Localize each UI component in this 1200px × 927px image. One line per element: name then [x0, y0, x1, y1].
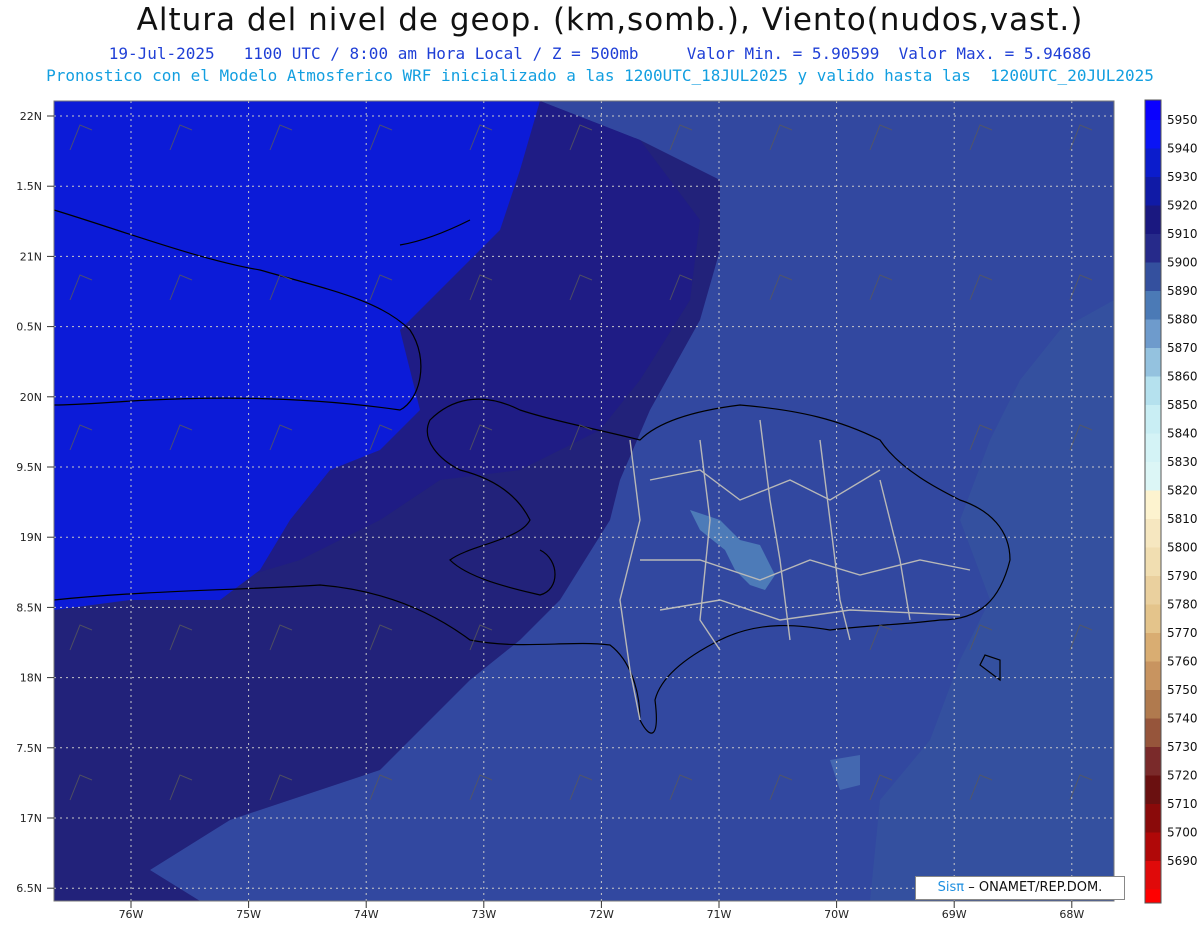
- colorbar-swatch: [1145, 433, 1161, 462]
- colorbar-label: 5800: [1167, 541, 1198, 555]
- colorbar-bottom-cap: [1145, 889, 1161, 903]
- lat-label: 9.5N: [16, 461, 42, 474]
- colorbar-swatch: [1145, 376, 1161, 405]
- colorbar-swatch: [1145, 718, 1161, 747]
- colorbar-label: 5850: [1167, 398, 1198, 412]
- colorbar-swatch: [1145, 405, 1161, 434]
- lon-label: 70W: [824, 908, 849, 921]
- colorbar-swatch: [1145, 234, 1161, 263]
- colorbar-swatch: [1145, 205, 1161, 234]
- colorbar-label: 5770: [1167, 626, 1198, 640]
- map-subtitle-model: Pronostico con el Modelo Atmosferico WRF…: [46, 66, 1154, 85]
- colorbar-swatch: [1145, 747, 1161, 776]
- lat-label: 21N: [20, 250, 42, 263]
- lon-label: 72W: [589, 908, 614, 921]
- colorbar-swatch: [1145, 519, 1161, 548]
- colorbar-label: 5860: [1167, 370, 1198, 384]
- colorbar-label: 5940: [1167, 142, 1198, 156]
- lon-label: 75W: [236, 908, 261, 921]
- colorbar-label: 5720: [1167, 769, 1198, 783]
- colorbar-label: 5870: [1167, 341, 1198, 355]
- colorbar-label: 5780: [1167, 598, 1198, 612]
- colorbar-swatch: [1145, 148, 1161, 177]
- lon-label: 71W: [707, 908, 732, 921]
- lat-label: 17N: [20, 812, 42, 825]
- colorbar-label: 5950: [1167, 113, 1198, 127]
- colorbar-swatch: [1145, 861, 1161, 890]
- colorbar-swatch: [1145, 690, 1161, 719]
- colorbar-label: 5710: [1167, 797, 1198, 811]
- colorbar-swatch: [1145, 120, 1161, 149]
- lat-label: 19N: [20, 531, 42, 544]
- colorbar-label: 5890: [1167, 284, 1198, 298]
- colorbar-label: 5730: [1167, 740, 1198, 754]
- lat-label: 20N: [20, 391, 42, 404]
- lat-label: 1.5N: [16, 180, 42, 193]
- colorbar-label: 5750: [1167, 683, 1198, 697]
- colorbar-label: 5740: [1167, 712, 1198, 726]
- lon-label: 74W: [354, 908, 379, 921]
- colorbar-label: 5840: [1167, 427, 1198, 441]
- colorbar-swatch: [1145, 576, 1161, 605]
- lon-label: 68W: [1059, 908, 1084, 921]
- lat-label: 7.5N: [16, 742, 42, 755]
- map-subtitle-datetime: 19-Jul-2025 1100 UTC / 8:00 am Hora Loca…: [108, 44, 1092, 63]
- lat-label: 6.5N: [16, 882, 42, 895]
- colorbar-swatch: [1145, 490, 1161, 519]
- colorbar-swatch: [1145, 604, 1161, 633]
- colorbar-label: 5900: [1167, 256, 1198, 270]
- colorbar-swatch: [1145, 633, 1161, 662]
- colorbar-swatch: [1145, 832, 1161, 861]
- colorbar-label: 5830: [1167, 455, 1198, 469]
- lat-label: 18N: [20, 672, 42, 685]
- lat-label: 0.5N: [16, 321, 42, 334]
- colorbar-label: 5920: [1167, 199, 1198, 213]
- colorbar-label: 5820: [1167, 484, 1198, 498]
- colorbar-label: 5760: [1167, 655, 1198, 669]
- colorbar-swatch: [1145, 291, 1161, 320]
- colorbar-label: 5790: [1167, 569, 1198, 583]
- colorbar-swatch: [1145, 804, 1161, 833]
- credit-brand: Sisπ: [937, 880, 965, 895]
- colorbar-swatch: [1145, 177, 1161, 206]
- colorbar-swatch: [1145, 348, 1161, 377]
- geopotential-field: [54, 101, 1114, 901]
- colorbar-label: 5880: [1167, 313, 1198, 327]
- lat-label: 8.5N: [16, 601, 42, 614]
- colorbar-swatch: [1145, 462, 1161, 491]
- forecast-map: 22N 1.5N 21N 0.5N 20N 9.5N 19N 8.5N 18N 7.5N 17N 6.…: [16, 99, 1198, 921]
- colorbar-label: 5930: [1167, 170, 1198, 184]
- colorbar-swatch: [1145, 661, 1161, 690]
- lon-label: 76W: [119, 908, 144, 921]
- colorbar-swatch: [1145, 319, 1161, 348]
- lat-label: 22N: [20, 110, 42, 123]
- colorbar-swatch: [1145, 547, 1161, 576]
- credit-box: Sisπ – ONAMET/REP.DOM.: [915, 876, 1125, 900]
- latitude-labels: 22N 1.5N 21N 0.5N 20N 9.5N 19N 8.5N 18N 7.5N 17N 6.…: [16, 110, 54, 895]
- colorbar-label: 5810: [1167, 512, 1198, 526]
- colorbar-swatch: [1145, 775, 1161, 804]
- credit-text: – ONAMET/REP.DOM.: [968, 880, 1103, 895]
- colorbar-label: 5700: [1167, 826, 1198, 840]
- colorbar-top-cap: [1145, 100, 1161, 120]
- colorbar-label: 5690: [1167, 854, 1198, 868]
- colorbar-swatch: [1145, 262, 1161, 291]
- longitude-labels: 76W 75W 74W 73W 72W 71W 70W 69W 68W: [119, 901, 1084, 921]
- colorbar-label: 5910: [1167, 227, 1198, 241]
- lon-label: 69W: [942, 908, 967, 921]
- colorbar: 5950 5940 5930 5920 5910 5900 5890 5880 5870 5860…: [1144, 99, 1198, 904]
- lon-label: 73W: [471, 908, 496, 921]
- map-title: Altura del nivel de geop. (km,somb.), Vi…: [136, 2, 1084, 38]
